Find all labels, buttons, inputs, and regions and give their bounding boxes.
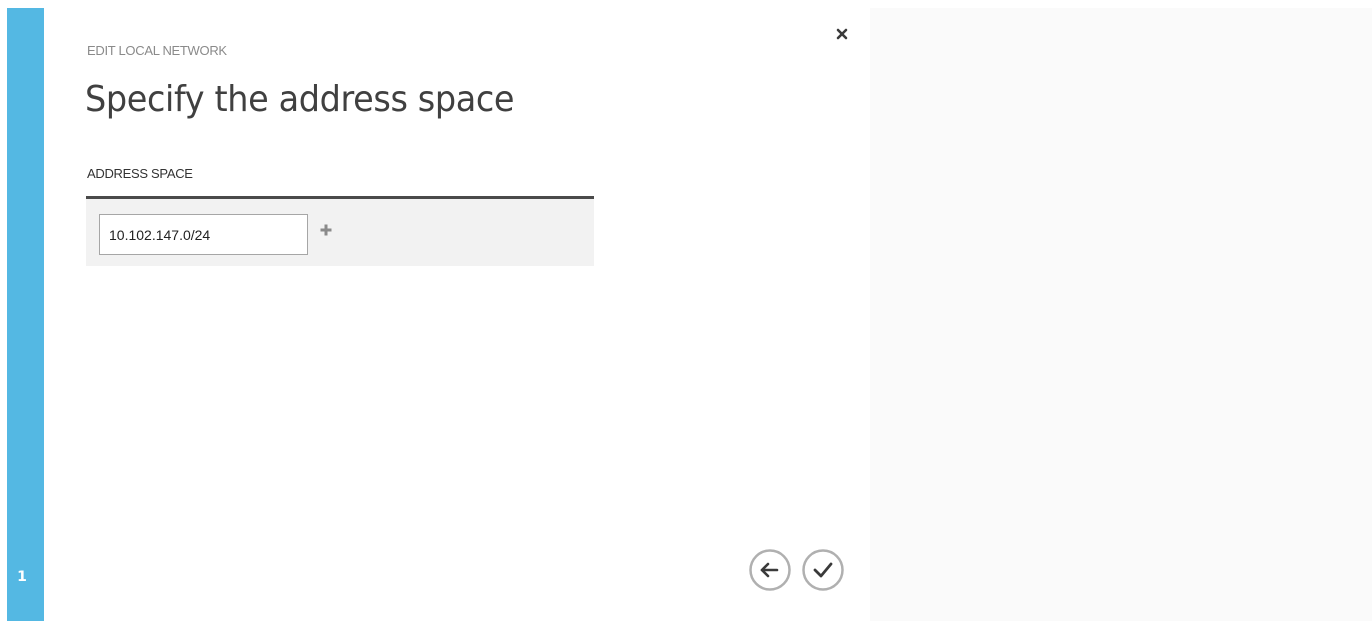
- address-space-label: ADDRESS SPACE: [87, 166, 193, 181]
- step-number: 1: [17, 569, 27, 585]
- back-button[interactable]: [749, 549, 791, 591]
- confirm-button[interactable]: [802, 549, 844, 591]
- address-space-table: [86, 196, 594, 266]
- arrow-left-icon: [749, 549, 791, 591]
- edit-local-network-dialog: 1 EDIT LOCAL NETWORK Specify the address…: [0, 0, 1372, 621]
- plus-icon: [320, 224, 332, 236]
- address-space-input[interactable]: [99, 214, 308, 255]
- step-rail: 1: [7, 8, 44, 621]
- dialog-overline: EDIT LOCAL NETWORK: [87, 43, 227, 58]
- checkmark-icon: [802, 549, 844, 591]
- close-icon: [836, 28, 848, 40]
- background-panel: [870, 8, 1372, 621]
- page-title: Specify the address space: [85, 79, 515, 120]
- add-address-space-button[interactable]: [319, 222, 333, 236]
- close-button[interactable]: [832, 24, 852, 44]
